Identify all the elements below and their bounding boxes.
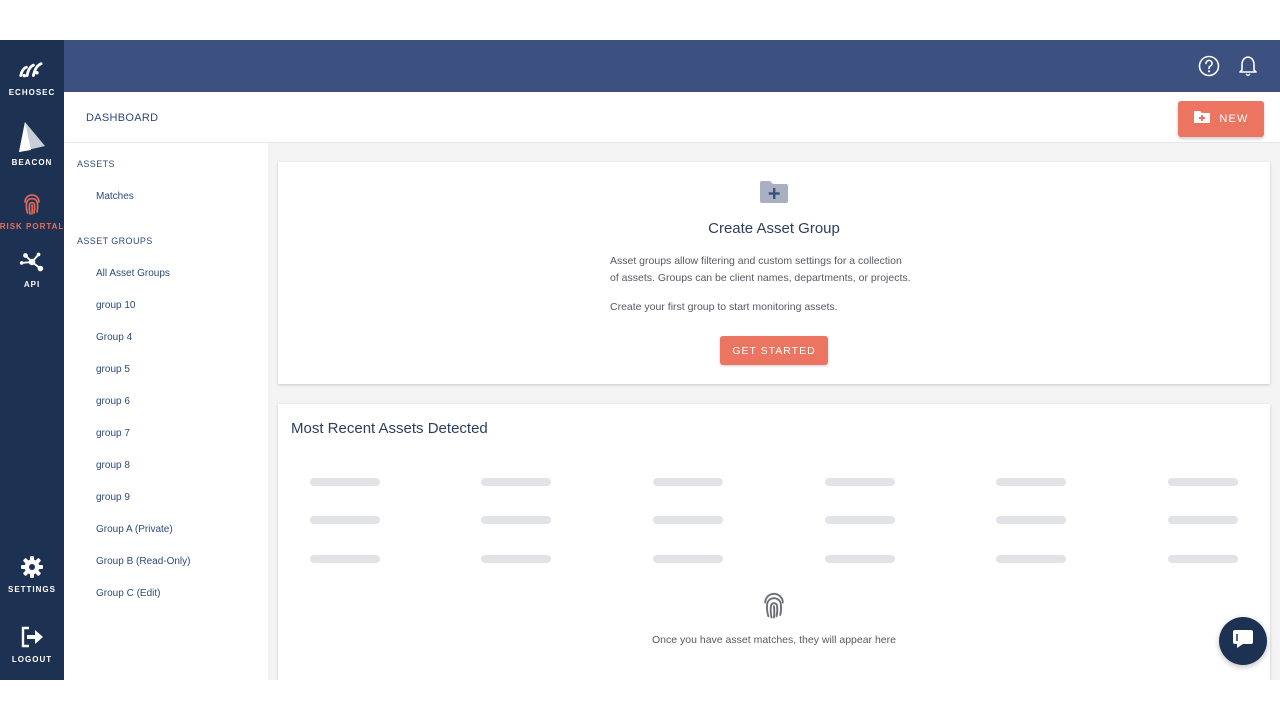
left-rail: ECHOSEC BEACON RISK PORTAL API SETTINGS … — [0, 40, 64, 680]
sidebar-item-group[interactable]: group 9 — [96, 492, 130, 503]
skeleton-placeholder — [310, 555, 380, 563]
sidebar-section-assets: ASSETS — [77, 159, 115, 169]
skeleton-placeholder — [996, 555, 1066, 563]
skeleton-placeholder — [825, 516, 895, 524]
skeleton-placeholder — [310, 516, 380, 524]
skeleton-placeholder — [996, 516, 1066, 524]
sidebar-section-asset-groups: ASSET GROUPS — [77, 236, 153, 246]
rail-label-logout: LOGOUT — [11, 655, 53, 664]
recent-assets-card: Most Recent Assets Detected Once you hav… — [278, 404, 1270, 680]
sidebar-item-matches[interactable]: Matches — [96, 191, 134, 202]
rail-item-risk-portal[interactable]: RISK PORTAL — [0, 190, 64, 231]
beacon-icon — [15, 120, 49, 154]
app-frame: ECHOSEC BEACON RISK PORTAL API SETTINGS … — [0, 40, 1280, 680]
skeleton-placeholder — [653, 478, 723, 486]
fingerprint-empty-icon — [759, 590, 789, 625]
gear-icon — [18, 553, 46, 581]
sidebar-item-group[interactable]: Group 4 — [96, 332, 132, 343]
recent-assets-title: Most Recent Assets Detected — [291, 420, 488, 437]
rail-label-settings: SETTINGS — [7, 585, 56, 594]
rail-item-beacon[interactable]: BEACON — [0, 120, 64, 167]
breadcrumb-dashboard[interactable]: DASHBOARD — [86, 112, 158, 124]
create-asset-group-card: Create Asset Group Asset groups allow fi… — [278, 162, 1270, 384]
get-started-button[interactable]: GET STARTED — [720, 336, 828, 365]
rail-item-settings[interactable]: SETTINGS — [0, 553, 64, 594]
skeleton-placeholder — [310, 478, 380, 486]
new-button[interactable]: NEW — [1178, 101, 1264, 137]
sidebar-item-all-asset-groups[interactable]: All Asset Groups — [96, 268, 170, 279]
rail-item-api[interactable]: API — [0, 248, 64, 289]
sidebar-item-group[interactable]: group 8 — [96, 460, 130, 471]
echosec-logo-icon — [18, 56, 46, 84]
skeleton-placeholder — [1168, 555, 1238, 563]
rail-item-logout[interactable]: LOGOUT — [0, 623, 64, 664]
create-asset-group-title: Create Asset Group — [708, 220, 840, 237]
folder-add-icon — [759, 180, 789, 209]
folder-plus-icon — [1193, 110, 1211, 129]
chat-bubble-icon — [1231, 627, 1255, 656]
help-icon[interactable] — [1196, 53, 1222, 79]
rail-label-echosec: ECHOSEC — [8, 88, 56, 97]
bell-icon[interactable] — [1235, 53, 1261, 79]
skeleton-placeholder — [653, 555, 723, 563]
create-asset-group-desc: Asset groups allow filtering and custom … — [610, 255, 902, 267]
sidebar-item-group[interactable]: group 10 — [96, 300, 135, 311]
sidebar-item-group[interactable]: Group B (Read-Only) — [96, 556, 190, 567]
skeleton-placeholder — [996, 478, 1066, 486]
sidebar-item-group[interactable]: group 5 — [96, 364, 130, 375]
rail-label-api: API — [23, 280, 41, 289]
sidebar-item-group[interactable]: group 7 — [96, 428, 130, 439]
skeleton-placeholder — [481, 478, 551, 486]
page-header: DASHBOARD NEW — [64, 92, 1280, 143]
create-asset-group-desc: of assets. Groups can be client names, d… — [610, 272, 911, 284]
sidebar-item-group[interactable]: Group C (Edit) — [96, 588, 160, 599]
skeleton-placeholder — [825, 478, 895, 486]
sidebar-item-group[interactable]: group 6 — [96, 396, 130, 407]
skeleton-placeholder — [653, 516, 723, 524]
top-bar — [64, 40, 1280, 92]
sidebar: ASSETS Matches ASSET GROUPS All Asset Gr… — [64, 143, 268, 680]
empty-state-text: Once you have asset matches, they will a… — [652, 634, 896, 646]
rail-label-risk-portal: RISK PORTAL — [0, 222, 65, 231]
skeleton-placeholder — [1168, 516, 1238, 524]
skeleton-placeholder — [481, 555, 551, 563]
skeleton-placeholder — [1168, 478, 1238, 486]
rail-label-beacon: BEACON — [11, 158, 53, 167]
logout-icon — [18, 623, 46, 651]
create-asset-group-hint: Create your first group to start monitor… — [610, 301, 838, 313]
skeleton-placeholder — [825, 555, 895, 563]
rail-item-echosec[interactable]: ECHOSEC — [0, 56, 64, 97]
chat-widget-button[interactable] — [1219, 617, 1267, 665]
fingerprint-icon — [18, 190, 46, 218]
sidebar-item-group[interactable]: Group A (Private) — [96, 524, 173, 535]
skeleton-placeholder — [481, 516, 551, 524]
new-button-label: NEW — [1219, 113, 1249, 125]
api-network-icon — [18, 248, 46, 276]
